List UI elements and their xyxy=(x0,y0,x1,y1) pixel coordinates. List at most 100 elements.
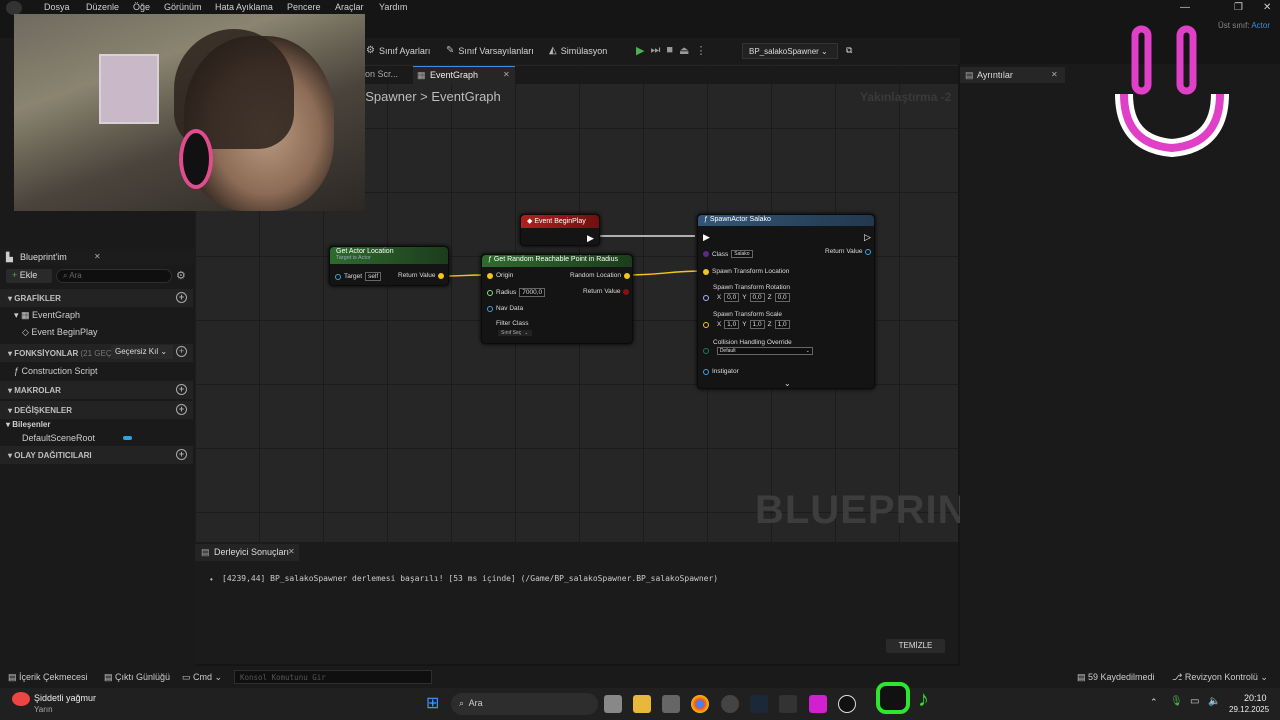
more-icon[interactable]: ⋮ xyxy=(695,44,706,57)
add-variable-icon[interactable]: + xyxy=(176,404,187,415)
find-blueprint-icon[interactable]: ⧉ xyxy=(846,45,852,56)
add-graph-icon[interactable]: + xyxy=(176,292,187,303)
menu-edit[interactable]: Düzenle xyxy=(86,2,119,12)
scale-y-field[interactable]: 1,0 xyxy=(749,320,765,329)
nav-data-pin[interactable]: Nav Data xyxy=(487,305,523,312)
menu-debug[interactable]: Hata Ayıklama xyxy=(215,2,273,12)
settings-gear-icon[interactable]: ⚙ xyxy=(176,269,186,282)
add-macro-icon[interactable]: + xyxy=(176,384,187,395)
close-icon[interactable]: ✕ xyxy=(1263,2,1271,13)
exec-out-pin[interactable]: ▷ xyxy=(864,232,871,243)
variables-section[interactable]: ▾ DEĞİŞKENLER + xyxy=(0,401,193,419)
class-pin[interactable]: Class Salako xyxy=(703,250,753,258)
add-function-icon[interactable]: + xyxy=(176,346,187,357)
instigator-pin[interactable]: Instigator xyxy=(703,368,739,375)
content-drawer-button[interactable]: ▤ İçerik Çekmecesi xyxy=(8,672,88,683)
play-icon[interactable]: ▶ xyxy=(636,44,644,57)
rotation-x-field[interactable]: 0,0 xyxy=(724,293,740,302)
class-defaults-button[interactable]: ✎ Sınıf Varsayılanları xyxy=(446,45,534,56)
clear-button[interactable]: TEMİZLE xyxy=(886,639,945,653)
blueprint-debug-select[interactable]: BP_salakoSpawner ⌄ xyxy=(742,43,838,59)
steam-icon[interactable] xyxy=(750,695,768,713)
override-dropdown[interactable]: Geçersiz Kıl ⌄ xyxy=(111,345,173,359)
collision-pin[interactable]: Default ⌄ xyxy=(703,347,813,355)
search-input[interactable]: ⌕ Ara xyxy=(56,269,172,283)
spawn-location-pin[interactable]: Spawn Transform Location xyxy=(703,268,789,275)
default-scene-root-item[interactable]: DefaultSceneRoot xyxy=(22,433,95,443)
close-tab-icon[interactable]: ✕ xyxy=(1051,70,1058,79)
obs-icon[interactable] xyxy=(721,695,739,713)
spawn-actor-node[interactable]: ƒ SpawnActor Salako ▶ ▷ Class Salako Retu… xyxy=(697,214,875,389)
microphone-icon[interactable]: 🎙 xyxy=(1170,696,1183,707)
filter-class-pin[interactable]: Filter Class xyxy=(496,320,529,327)
return-value-pin[interactable]: Return Value xyxy=(825,248,872,255)
return-value-pin[interactable]: Return Value xyxy=(583,288,630,295)
console-input[interactable]: Konsol Komutunu Gir xyxy=(234,670,432,684)
close-tab-icon[interactable]: ✕ xyxy=(288,547,295,556)
simulation-button[interactable]: ◭ Simülasyon xyxy=(549,45,607,56)
event-dispatchers-section[interactable]: ▾ OLAY DAĞITICILARI + xyxy=(0,446,193,464)
add-button[interactable]: + Ekle xyxy=(6,269,52,283)
exec-in-pin[interactable]: ▶ xyxy=(703,232,710,243)
origin-pin[interactable]: Origin xyxy=(487,272,513,279)
radius-value-field[interactable]: 7000,0 xyxy=(519,288,546,297)
class-value-field[interactable]: Salako xyxy=(731,250,753,258)
epic-games-icon[interactable] xyxy=(779,695,797,713)
radius-pin[interactable]: Radius 7000,0 xyxy=(487,288,546,297)
file-explorer-icon[interactable] xyxy=(633,695,651,713)
unreal-engine-icon[interactable] xyxy=(838,695,856,713)
close-tab-icon[interactable]: ✕ xyxy=(94,252,101,261)
target-value-field[interactable]: self xyxy=(365,272,382,281)
scale-x-field[interactable]: 1,0 xyxy=(724,320,740,329)
random-location-pin[interactable]: Random Location xyxy=(570,272,630,279)
speaker-icon[interactable]: 🔈 xyxy=(1208,696,1220,707)
parent-class-value[interactable]: Actor xyxy=(1251,21,1270,30)
collision-select[interactable]: Default ⌄ xyxy=(716,347,813,355)
event-graph-item[interactable]: ▾ ▦ EventGraph xyxy=(14,310,80,321)
revision-control-button[interactable]: ⎇ Revizyon Kontrolü ⌄ xyxy=(1172,672,1268,683)
spawn-rotation-pin[interactable]: X 0,0 Y 0,0 Z 0,0 xyxy=(703,293,790,302)
unsaved-button[interactable]: ▤ 59 Kaydedilmedi xyxy=(1077,672,1155,683)
cmd-dropdown[interactable]: ▭ Cmd ⌄ xyxy=(182,672,222,683)
scale-z-field[interactable]: 1,0 xyxy=(774,320,790,329)
step-icon[interactable]: ⏭ xyxy=(650,44,660,57)
get-actor-location-node[interactable]: Get Actor Location Target is Actor Targe… xyxy=(329,246,449,286)
weather-title[interactable]: Şiddetli yağmur xyxy=(34,693,96,703)
maximize-icon[interactable]: ❐ xyxy=(1234,2,1243,13)
menu-tools[interactable]: Araçlar xyxy=(335,2,364,12)
random-reachable-point-node[interactable]: ƒ Get Random Reachable Point in Radius O… xyxy=(481,254,633,344)
spawn-scale-pin[interactable]: X 1,0 Y 1,0 Z 1,0 xyxy=(703,320,790,329)
taskbar-search[interactable]: ⌕ Ara xyxy=(451,693,598,715)
event-beginplay-item[interactable]: ◇ Event BeginPlay xyxy=(22,327,97,338)
compiler-tab[interactable]: ▤ Derleyici Sonuçları ✕ xyxy=(195,544,299,561)
chrome-icon[interactable] xyxy=(691,695,709,713)
class-settings-button[interactable]: ⚙ Sınıf Ayarları xyxy=(366,45,430,56)
filter-class-select[interactable]: Sınıf Seç ⌄ xyxy=(498,330,532,336)
components-group[interactable]: ▾ Bileşenler xyxy=(6,420,51,429)
menu-window[interactable]: Pencere xyxy=(287,2,321,12)
stop-icon[interactable]: ■ xyxy=(666,44,673,57)
store-icon[interactable] xyxy=(662,695,680,713)
add-dispatcher-icon[interactable]: + xyxy=(176,449,187,460)
my-blueprint-tab[interactable]: ▙ Blueprint'im ✕ xyxy=(0,249,195,265)
clock-time[interactable]: 20:10 xyxy=(1244,693,1267,703)
tray-arrow-icon[interactable]: ⌃ xyxy=(1150,697,1158,708)
graphs-section[interactable]: ▾ GRAFİKLER + xyxy=(0,289,193,307)
event-beginplay-node[interactable]: ◆ Event BeginPlay ▶ xyxy=(520,214,600,246)
construction-script-item[interactable]: ƒ Construction Script xyxy=(14,366,98,376)
rotation-y-field[interactable]: 0,0 xyxy=(749,293,765,302)
menu-help[interactable]: Yardım xyxy=(379,2,407,12)
rotation-z-field[interactable]: 0,0 xyxy=(774,293,790,302)
monitor-icon[interactable]: ▭ xyxy=(1190,696,1199,707)
clock-date[interactable]: 29.12.2025 xyxy=(1229,705,1269,714)
output-log-button[interactable]: ▤ Çıktı Günlüğü xyxy=(104,672,170,683)
app-icon[interactable] xyxy=(809,695,827,713)
eject-icon[interactable]: ⏏ xyxy=(679,44,689,57)
macros-section[interactable]: ▾ MAKROLAR + xyxy=(0,381,193,399)
details-tab[interactable]: ▤ Ayrıntılar ✕ xyxy=(960,67,1065,83)
task-view-icon[interactable] xyxy=(604,695,622,713)
target-pin[interactable]: Target self xyxy=(335,272,382,281)
menu-file[interactable]: Dosya xyxy=(44,2,70,12)
unreal-logo-icon[interactable] xyxy=(6,1,22,15)
menu-asset[interactable]: Öğe xyxy=(133,2,150,12)
